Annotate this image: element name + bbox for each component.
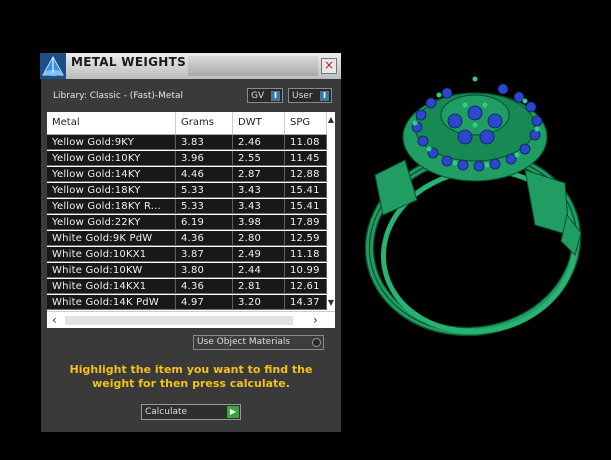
column-header-grams[interactable]: Grams xyxy=(176,112,233,134)
cell-dwt: 2.49 xyxy=(233,247,285,262)
column-header-dwt[interactable]: DWT xyxy=(233,112,285,134)
table-row[interactable]: Yellow Gold:10KY 3.96 2.55 11.45 xyxy=(47,151,327,166)
metal-weights-panel: METAL WEIGHTS × Library: Classic - (Fast… xyxy=(40,53,341,432)
cell-metal: White Gold:10KW xyxy=(47,263,176,278)
app-logo-icon xyxy=(40,53,66,79)
column-header-metal[interactable]: Metal xyxy=(47,112,176,134)
cell-grams: 3.80 xyxy=(176,263,233,278)
cell-dwt: 3.20 xyxy=(233,295,285,310)
cell-dwt: 3.98 xyxy=(233,215,285,230)
vertical-scrollbar[interactable]: ▲ ▼ xyxy=(327,112,335,311)
cell-dwt: 2.55 xyxy=(233,151,285,166)
column-header-spg[interactable]: SPG xyxy=(285,112,327,134)
gv-toggle[interactable]: GV I xyxy=(247,88,283,103)
cell-grams: 3.83 xyxy=(176,135,233,150)
cell-grams: 3.96 xyxy=(176,151,233,166)
table-row[interactable]: White Gold:14KX1 4.36 2.81 12.61 xyxy=(47,279,327,294)
metal-table: Metal Grams DWT SPG Yellow Gold:9KY 3.83 2… xyxy=(47,112,335,328)
cell-dwt: 2.80 xyxy=(233,231,285,246)
table-row[interactable]: White Gold:10KW 3.80 2.44 10.99 xyxy=(47,263,327,278)
scroll-down-icon[interactable]: ▼ xyxy=(327,298,335,307)
instruction-text: Highlight the item you want to find the … xyxy=(69,363,313,390)
scroll-right-icon[interactable]: › xyxy=(313,313,318,327)
ring-render-image xyxy=(364,76,582,337)
cell-dwt: 2.44 xyxy=(233,263,285,278)
cell-metal: White Gold:14KX1 xyxy=(47,279,176,294)
cell-dwt: 2.87 xyxy=(233,167,285,182)
table-row[interactable]: Yellow Gold:22KY 6.19 3.98 17.89 xyxy=(47,215,327,230)
cell-dwt: 2.46 xyxy=(233,135,285,150)
horizontal-scrollbar[interactable]: ‹ › xyxy=(47,311,335,328)
table-row[interactable]: Yellow Gold:14KY 4.46 2.87 12.88 xyxy=(47,167,327,182)
calculate-label: Calculate xyxy=(145,407,188,417)
cell-metal: Yellow Gold:22KY xyxy=(47,215,176,230)
table-row[interactable]: Yellow Gold:18KY 5.33 3.43 15.41 xyxy=(47,183,327,198)
user-toggle[interactable]: User I xyxy=(288,88,332,103)
cell-grams: 5.33 xyxy=(176,183,233,198)
cell-metal: Yellow Gold:14KY xyxy=(47,167,176,182)
cell-grams: 3.87 xyxy=(176,247,233,262)
cell-metal: Yellow Gold:9KY xyxy=(47,135,176,150)
cell-dwt: 3.43 xyxy=(233,183,285,198)
scroll-up-icon[interactable]: ▲ xyxy=(327,115,335,124)
cell-grams: 4.46 xyxy=(176,167,233,182)
table-header: Metal Grams DWT SPG xyxy=(47,112,335,135)
cell-spg: 12.61 xyxy=(285,279,327,294)
cell-metal: Yellow Gold:10KY xyxy=(47,151,176,166)
cell-grams: 4.97 xyxy=(176,295,233,310)
cell-dwt: 2.81 xyxy=(233,279,285,294)
cell-spg: 17.89 xyxy=(285,215,327,230)
user-toggle-label: User xyxy=(292,91,313,101)
close-button[interactable]: × xyxy=(321,58,337,74)
cell-grams: 5.33 xyxy=(176,199,233,214)
cell-spg: 12.59 xyxy=(285,231,327,246)
toggle-indicator-icon: I xyxy=(320,91,329,101)
cell-grams: 4.36 xyxy=(176,279,233,294)
table-row[interactable]: White Gold:9K PdW 4.36 2.80 12.59 xyxy=(47,231,327,246)
cell-metal: White Gold:9K PdW xyxy=(47,231,176,246)
calculate-button[interactable]: Calculate ▶ xyxy=(141,404,241,420)
table-row[interactable]: White Gold:14K PdW 4.97 3.20 14.37 xyxy=(47,295,327,310)
scroll-left-icon[interactable]: ‹ xyxy=(52,313,57,327)
scrollbar-thumb[interactable] xyxy=(65,316,293,325)
cell-grams: 4.36 xyxy=(176,231,233,246)
gv-toggle-label: GV xyxy=(251,91,265,101)
cell-metal: Yellow Gold:18KY R... xyxy=(47,199,176,214)
cell-spg: 15.41 xyxy=(285,183,327,198)
table-row[interactable]: Yellow Gold:18KY R... 5.33 3.43 15.41 xyxy=(47,199,327,214)
library-label: Library: Classic - (Fast)-Metal xyxy=(53,91,184,101)
cell-spg: 14.37 xyxy=(285,295,327,310)
cell-spg: 10.99 xyxy=(285,263,327,278)
cell-metal: White Gold:10KX1 xyxy=(47,247,176,262)
cell-spg: 12.88 xyxy=(285,167,327,182)
cell-dwt: 3.43 xyxy=(233,199,285,214)
title-bar[interactable]: METAL WEIGHTS × xyxy=(40,53,341,79)
cell-spg: 11.45 xyxy=(285,151,327,166)
cell-spg: 11.08 xyxy=(285,135,327,150)
table-row[interactable]: Yellow Gold:9KY 3.83 2.46 11.08 xyxy=(47,135,327,150)
cell-grams: 6.19 xyxy=(176,215,233,230)
use-object-materials-label: Use Object Materials xyxy=(197,337,291,347)
cell-spg: 11.18 xyxy=(285,247,327,262)
use-object-materials-option[interactable]: Use Object Materials xyxy=(193,335,324,350)
table-row[interactable]: White Gold:10KX1 3.87 2.49 11.18 xyxy=(47,247,327,262)
cell-metal: White Gold:14K PdW xyxy=(47,295,176,310)
play-icon: ▶ xyxy=(227,406,239,418)
cell-spg: 15.41 xyxy=(285,199,327,214)
panel-title: METAL WEIGHTS xyxy=(71,55,187,69)
toggle-indicator-icon: I xyxy=(271,91,280,101)
radio-icon[interactable] xyxy=(312,338,321,347)
cell-metal: Yellow Gold:18KY xyxy=(47,183,176,198)
